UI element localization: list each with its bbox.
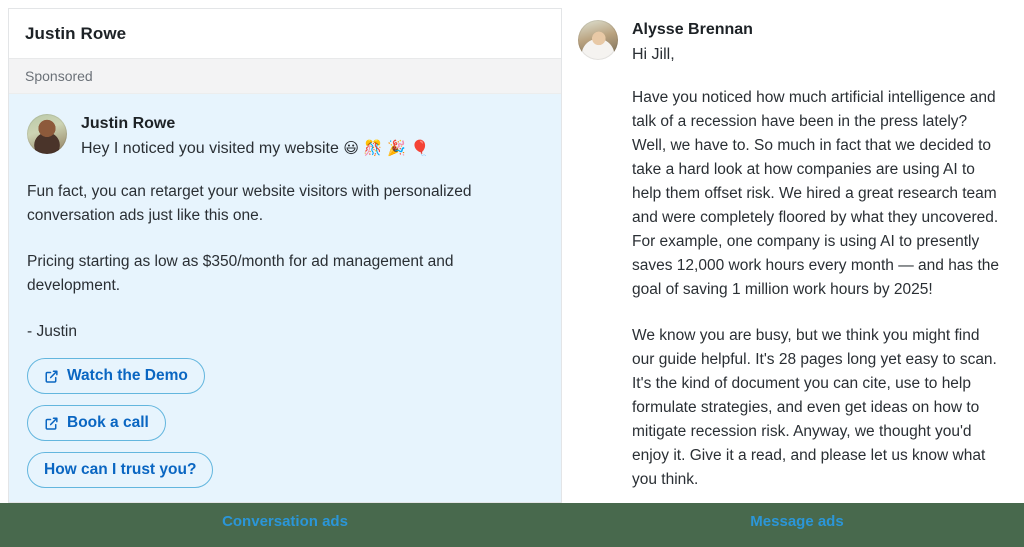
conversation-paragraphs: Fun fact, you can retarget your website …	[9, 180, 561, 344]
watch-the-demo-label: Watch the Demo	[67, 367, 188, 384]
caption-conversation-ads: Conversation ads	[222, 513, 348, 530]
message-paragraph-2: We know you are busy, but we think you m…	[632, 327, 997, 488]
greeting-emoji-group: 😃 🎊 🎉 🎈	[343, 139, 430, 157]
screenshot-root: Justin Rowe Sponsored Justin Rowe Hey I …	[0, 0, 1024, 547]
watch-the-demo-button[interactable]: Watch the Demo	[27, 358, 205, 394]
conversation-signature: - Justin	[27, 323, 77, 340]
book-a-call-label: Book a call	[67, 414, 149, 431]
sponsored-bar: Sponsored	[9, 59, 561, 94]
book-a-call-button[interactable]: Book a call	[27, 405, 166, 441]
conversation-greeting-text: Hey I noticed you visited my website	[81, 140, 339, 157]
alysse-brennan-avatar	[578, 20, 618, 60]
message-sender-name: Alysse Brennan	[632, 21, 753, 38]
external-link-icon	[44, 369, 59, 384]
how-can-i-trust-you-button[interactable]: How can I trust you?	[27, 452, 214, 488]
justin-rowe-avatar	[27, 114, 67, 154]
conversation-greeting-line: Hey I noticed you visited my website 😃 🎊…	[81, 137, 543, 160]
message-sender-block: Alysse Brennan Hi Jill,	[632, 20, 1012, 66]
conversation-message-header: Justin Rowe Hey I noticed you visited my…	[27, 114, 543, 160]
conversation-header-name: Justin Rowe	[25, 23, 127, 43]
message-ad-inner: Alysse Brennan Hi Jill, Have you noticed…	[570, 0, 1024, 500]
caption-message-ads: Message ads	[750, 513, 844, 530]
message-header: Alysse Brennan Hi Jill,	[578, 20, 1012, 66]
conversation-paragraph-1: Fun fact, you can retarget your website …	[27, 183, 472, 224]
message-paragraphs: Have you noticed how much artificial int…	[578, 86, 1012, 500]
conversation-sender-name: Justin Rowe	[81, 115, 176, 132]
caption-bar: Conversation ads Message ads	[0, 503, 1024, 547]
cta-row-1: Watch the Demo	[27, 358, 543, 405]
conversation-header: Justin Rowe	[9, 9, 561, 59]
cta-row-3: How can I trust you?	[27, 452, 543, 499]
conversation-cta-list: Watch the Demo Book a call How can I tru…	[9, 358, 561, 499]
sponsored-label: Sponsored	[25, 68, 93, 84]
message-paragraph-1: Have you noticed how much artificial int…	[632, 89, 1000, 298]
conversation-ad-panel: Justin Rowe Sponsored Justin Rowe Hey I …	[8, 8, 562, 503]
message-ad-panel: Alysse Brennan Hi Jill, Have you noticed…	[570, 0, 1024, 500]
conversation-sender-block: Justin Rowe Hey I noticed you visited my…	[81, 114, 543, 160]
conversation-message-body: Justin Rowe Hey I noticed you visited my…	[9, 94, 561, 160]
conversation-paragraph-2: Pricing starting as low as $350/month fo…	[27, 253, 454, 294]
cta-row-2: Book a call	[27, 405, 543, 452]
how-can-i-trust-you-label: How can I trust you?	[44, 461, 197, 478]
message-greeting: Hi Jill,	[632, 46, 675, 63]
external-link-icon	[44, 416, 59, 431]
